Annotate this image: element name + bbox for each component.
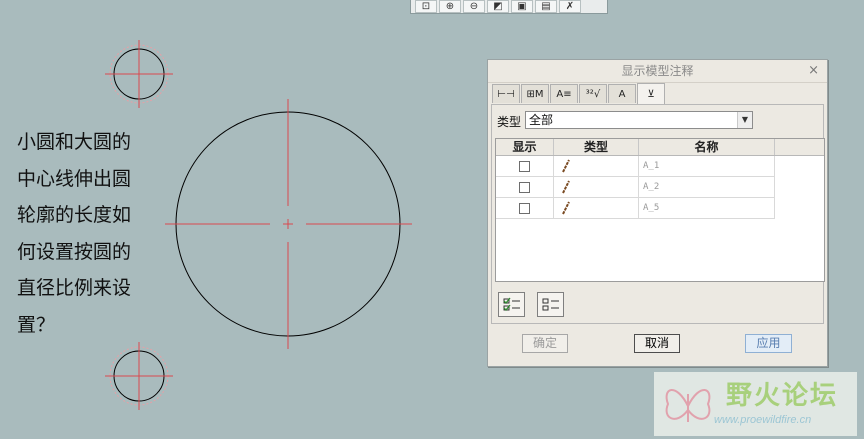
selection-buttons [498,292,564,317]
table-cell-type [554,177,639,198]
apply-button[interactable]: 应用 [745,334,792,353]
tab-note[interactable]: A≡ [550,84,578,103]
tab-datum-target[interactable]: A [608,84,636,103]
type-select-value: 全部 [529,113,554,127]
small-circle-bottom[interactable] [105,342,173,410]
question-line: 直径比例来设 [17,277,132,299]
dialog-footer: 确定 取消 应用 [488,332,827,356]
forum-watermark: 野火论坛 www.proewildfire.cn [654,372,857,436]
column-header-filler [775,139,824,155]
watermark-url: www.proewildfire.cn [714,414,812,426]
table-cell-type [554,156,639,177]
repaint-icon[interactable]: ◩ [487,0,509,13]
dialog-title: 显示模型注释 [621,64,694,78]
zoom-in-icon[interactable]: ⊕ [439,0,461,13]
deselect-all-button[interactable] [537,292,564,317]
show-checkbox[interactable] [519,160,530,172]
zoom-out-icon[interactable]: ⊖ [463,0,485,13]
question-line: 中心线伸出圆 [17,167,132,190]
small-circle-top[interactable] [105,40,173,108]
surface-finish-icon: ³²√ [585,88,601,100]
table-cell-filler [775,156,824,177]
close-icon[interactable]: × [808,60,819,82]
question-line: 小圆和大圆的 [17,131,132,153]
datum-target-icon: A [618,88,626,100]
chevron-down-icon[interactable]: ▼ [737,112,752,128]
butterfly-logo-icon [665,389,711,422]
select-all-icon [503,297,520,311]
datum-icon: ⊻ [647,88,655,100]
show-model-annotations-dialog: 显示模型注释 × ⊢⊣ ⊞M A≡ ³²√ A ⊻ 类型 全部 ▼ 显示 类型 … [487,59,828,367]
watermark-title: 野火论坛 [726,381,839,411]
dialog-titlebar[interactable]: 显示模型注释 × [488,60,827,83]
table-row[interactable]: A_5 [496,198,824,219]
datum-axis-icon [562,159,570,173]
table-row[interactable]: A_2 [496,177,824,198]
large-circle[interactable] [165,99,412,349]
column-header-type[interactable]: 类型 [554,139,639,155]
table-cell-name: A_2 [639,177,775,198]
question-line: 置？ [17,313,56,336]
table-cell-name: A_5 [639,198,775,219]
annotations-table: 显示 类型 名称 A_1 A_2 A_5 [495,138,825,282]
table-cell-show [496,198,554,219]
view-toolbar: ⊡ ⊕ ⊖ ◩ ▣ ▤ ✗ [410,0,608,14]
table-cell-type [554,198,639,219]
annotation-icon[interactable]: ✗ [559,0,581,13]
select-all-button[interactable] [498,292,525,317]
note-icon: A≡ [556,88,572,100]
question-text: 小圆和大圆的 中心线伸出圆 轮廓的长度如 何设置按圆的 直径比例来设 置？ [17,124,167,343]
show-checkbox[interactable] [519,181,530,193]
question-line: 何设置按圆的 [17,240,132,263]
table-row[interactable]: A_1 [496,156,824,177]
column-header-name[interactable]: 名称 [639,139,775,155]
annotation-type-tabs: ⊢⊣ ⊞M A≡ ³²√ A ⊻ [492,83,666,104]
zoom-window-icon[interactable]: ⊡ [415,0,437,13]
layers-icon[interactable]: ▤ [535,0,557,13]
table-header: 显示 类型 名称 [496,139,824,156]
show-checkbox[interactable] [519,202,530,214]
tab-dimension[interactable]: ⊢⊣ [492,84,520,103]
table-cell-filler [775,198,824,219]
geometric-tolerance-icon: ⊞M [526,88,544,100]
ok-button[interactable]: 确定 [522,334,568,353]
tab-datum[interactable]: ⊻ [637,83,665,104]
datum-axis-icon [562,201,570,215]
tab-surface-finish[interactable]: ³²√ [579,84,607,103]
question-line: 轮廓的长度如 [17,204,132,226]
deselect-all-icon [542,298,559,310]
column-header-show[interactable]: 显示 [496,139,554,155]
table-cell-show [496,177,554,198]
type-select[interactable]: 全部 ▼ [525,111,753,129]
table-cell-name: A_1 [639,156,775,177]
table-cell-filler [775,177,824,198]
tab-geometric-tolerance[interactable]: ⊞M [521,84,549,103]
datum-axis-icon [562,180,570,194]
table-cell-show [496,156,554,177]
dimension-icon: ⊢⊣ [497,88,515,100]
cancel-button[interactable]: 取消 [634,334,680,353]
type-label: 类型 [497,115,522,129]
saved-view-icon[interactable]: ▣ [511,0,533,13]
tab-content: 类型 全部 ▼ 显示 类型 名称 A_1 A_2 A_5 [491,104,825,324]
